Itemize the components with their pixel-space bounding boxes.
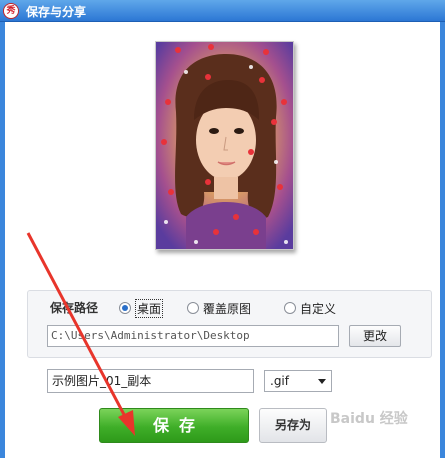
radio-unselected-icon [187, 302, 199, 314]
chevron-down-icon [318, 379, 326, 384]
save-path-label: 保存路径 [50, 301, 99, 315]
save-as-button[interactable]: 另存为 [259, 408, 327, 443]
radio-custom[interactable]: 自定义 [284, 300, 336, 316]
radio-desktop-label: 桌面 [135, 298, 164, 318]
radio-desktop[interactable]: 桌面 [119, 298, 164, 318]
window-title: 保存与分享 [26, 5, 87, 19]
format-select[interactable]: .gif [264, 370, 332, 392]
format-select-value: .gif [270, 374, 289, 388]
image-preview [155, 41, 294, 250]
radio-overwrite-original[interactable]: 覆盖原图 [187, 300, 251, 316]
change-path-button[interactable]: 更改 [349, 325, 401, 347]
radio-overwrite-original-label: 覆盖原图 [203, 301, 252, 316]
filename-input[interactable]: 示例图片_01_副本 [47, 369, 254, 393]
watermark-text: Baidu 经验 [330, 411, 408, 427]
save-button[interactable]: 保存 [99, 408, 249, 443]
app-logo-icon: 秀 [3, 3, 19, 19]
portrait-image [156, 42, 293, 249]
radio-unselected-icon [284, 302, 296, 314]
radio-custom-label: 自定义 [300, 301, 337, 316]
radio-selected-icon [119, 302, 131, 314]
title-bar: 秀 保存与分享 [0, 0, 445, 22]
save-path-input[interactable]: C:\Users\Administrator\Desktop [47, 325, 339, 347]
